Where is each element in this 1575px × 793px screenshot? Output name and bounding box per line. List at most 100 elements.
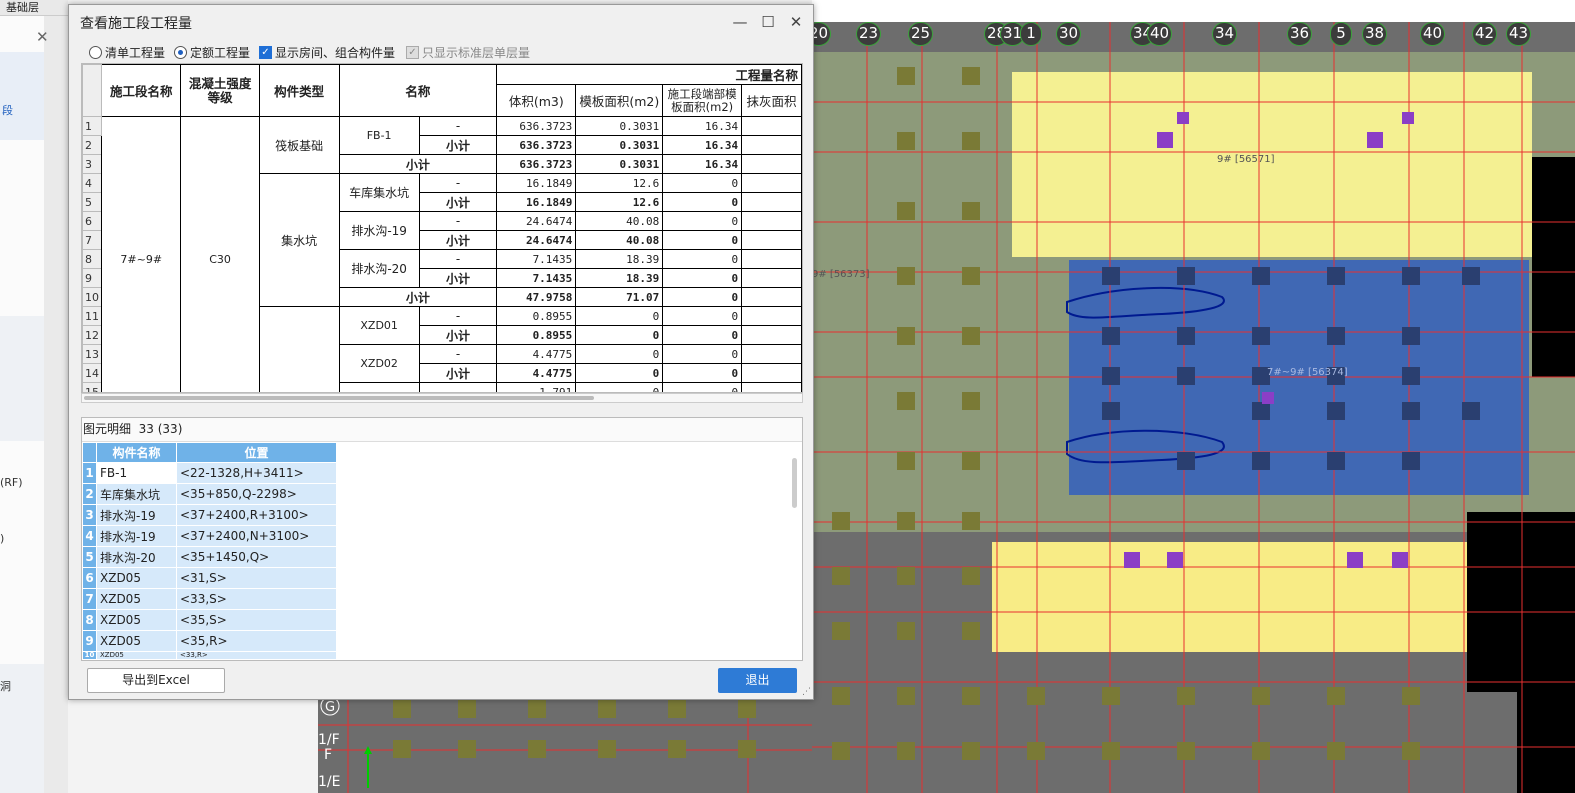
detail-name-cell[interactable]: XZD05 [96, 630, 177, 652]
row-number[interactable]: 13 [82, 344, 102, 364]
plaster-cell[interactable] [741, 249, 802, 269]
table-row[interactable]: 1 FB-1 <22-1328,H+3411> [82, 462, 337, 484]
row-number[interactable]: 10 [82, 287, 102, 307]
volume-cell[interactable]: 4.4775 [496, 363, 577, 383]
left-panel-item-label[interactable]: ) [0, 532, 4, 545]
col-header-quantity-group[interactable]: 工程量名称 [496, 64, 802, 85]
row-number[interactable]: 5 [82, 192, 102, 212]
formwork-cell[interactable]: 0.3031 [575, 116, 664, 136]
subtotal-cell[interactable]: 小计 [418, 363, 498, 383]
row-number[interactable]: 8 [82, 249, 102, 269]
detail-position-cell[interactable]: <33,R> [176, 651, 337, 660]
table-horizontal-scrollbar[interactable] [81, 393, 803, 403]
radio-bill-quantity[interactable]: 清单工程量 [89, 44, 165, 61]
plaster-cell[interactable] [741, 116, 802, 136]
formwork-cell[interactable]: 18.39 [575, 249, 664, 269]
table-row[interactable]: 5 排水沟-20 <35+1450,Q> [82, 546, 337, 568]
volume-cell[interactable]: 7.1435 [496, 268, 577, 288]
end-formwork-cell[interactable]: 0 [662, 382, 743, 392]
section-cell[interactable]: 7#~9# [100, 116, 182, 392]
detail-name-cell[interactable]: 排水沟-19 [96, 504, 177, 526]
layer-tab[interactable]: 基础层 [0, 0, 68, 16]
row-number[interactable]: 4 [82, 173, 102, 193]
volume-cell[interactable]: 24.6474 [496, 230, 577, 250]
table-row[interactable]: 8 XZD05 <35,S> [82, 609, 337, 631]
name-cell[interactable]: 排水沟-19 [338, 211, 420, 250]
volume-cell[interactable]: 636.3723 [496, 154, 577, 174]
detail-name-cell[interactable]: 排水沟-20 [96, 546, 177, 568]
checkbox-show-room[interactable]: ✓ 显示房间、组合构件量 [259, 44, 395, 61]
formwork-cell[interactable]: 18.39 [575, 268, 664, 288]
formwork-cell[interactable]: 0.3031 [575, 154, 664, 174]
table-row[interactable]: 6 XZD05 <31,S> [82, 567, 337, 589]
scrollbar-thumb[interactable] [84, 396, 594, 400]
type-cell[interactable]: 集水坑 [258, 173, 340, 307]
sub-cell[interactable]: - [418, 116, 498, 136]
volume-cell[interactable]: 16.1849 [496, 173, 577, 193]
table-row[interactable]: 3 排水沟-19 <37+2400,R+3100> [82, 504, 337, 526]
row-number[interactable]: 14 [82, 363, 102, 383]
volume-cell[interactable]: 636.3723 [496, 116, 577, 136]
row-number[interactable]: 1 [82, 116, 102, 136]
table-row[interactable]: 7 XZD05 <33,S> [82, 588, 337, 610]
detail-position-cell[interactable]: <35,R> [176, 630, 337, 652]
name-cell[interactable] [338, 382, 420, 392]
end-formwork-cell[interactable]: 0 [662, 192, 743, 212]
left-panel-selected-item[interactable]: 段 [0, 52, 44, 140]
end-formwork-cell[interactable]: 0 [662, 268, 743, 288]
subtotal-cell[interactable]: 小计 [418, 192, 498, 212]
formwork-cell[interactable]: 12.6 [575, 173, 664, 193]
row-number[interactable]: 9 [82, 268, 102, 288]
formwork-cell[interactable]: 0 [575, 344, 664, 364]
subtotal-cell[interactable]: 小计 [418, 135, 498, 155]
end-formwork-cell[interactable]: 16.34 [662, 135, 743, 155]
subtotal-cell[interactable]: 小计 [338, 287, 498, 307]
volume-cell[interactable]: 0.8955 [496, 325, 577, 345]
sub-cell[interactable]: - [418, 249, 498, 269]
detail-position-cell[interactable]: <33,S> [176, 588, 337, 610]
row-number[interactable]: 15 [82, 382, 102, 392]
detail-name-cell[interactable]: FB-1 [96, 462, 177, 484]
formwork-cell[interactable]: 12.6 [575, 192, 664, 212]
row-number[interactable]: 11 [82, 306, 102, 326]
row-number[interactable]: 7 [82, 230, 102, 250]
detail-position-cell[interactable]: <35+850,Q-2298> [176, 483, 337, 505]
detail-name-cell[interactable]: 车库集水坑 [96, 483, 177, 505]
volume-cell[interactable]: 636.3723 [496, 135, 577, 155]
table-row[interactable]: 9 XZD05 <35,R> [82, 630, 337, 652]
detail-position-cell[interactable]: <31,S> [176, 567, 337, 589]
resize-grip-icon[interactable]: ⋰ [802, 687, 811, 697]
detail-position-cell[interactable]: <37+2400,R+3100> [176, 504, 337, 526]
name-cell[interactable]: 车库集水坑 [338, 173, 420, 212]
name-cell[interactable]: XZD01 [338, 306, 420, 345]
row-number[interactable]: 3 [82, 154, 102, 174]
detail-position-cell[interactable]: <35,S> [176, 609, 337, 631]
plaster-cell[interactable] [741, 211, 802, 231]
col-header-grade[interactable]: 混凝土强度等级 [180, 64, 260, 117]
type-cell[interactable] [258, 306, 340, 392]
volume-cell[interactable]: 0.8955 [496, 306, 577, 326]
plaster-cell[interactable] [741, 287, 802, 307]
end-formwork-cell[interactable]: 0 [662, 363, 743, 383]
name-cell[interactable]: 排水沟-20 [338, 249, 420, 288]
end-formwork-cell[interactable]: 0 [662, 230, 743, 250]
end-formwork-cell[interactable]: 0 [662, 325, 743, 345]
subtotal-cell[interactable]: 小计 [338, 154, 498, 174]
type-cell[interactable]: 筏板基础 [258, 116, 340, 174]
end-formwork-cell[interactable]: 0 [662, 249, 743, 269]
detail-vertical-scrollbar[interactable] [792, 458, 797, 508]
row-number[interactable]: 6 [82, 211, 102, 231]
plaster-cell[interactable] [741, 363, 802, 383]
plaster-cell[interactable] [741, 135, 802, 155]
col-header-name[interactable]: 名称 [338, 64, 498, 117]
formwork-cell[interactable]: 0 [575, 363, 664, 383]
detail-name-cell[interactable]: XZD05 [96, 651, 177, 660]
row-number[interactable]: 12 [82, 325, 102, 345]
quantity-table-container[interactable]: 施工段名称 混凝土强度等级 构件类型 名称 工程量名称 体积(m3) 模板面积(… [81, 63, 803, 393]
sub-cell[interactable]: - [418, 382, 498, 392]
cad-canvas[interactable]: 9# [56571] 7#~9# [56374] 9# [56373] [812, 22, 1575, 793]
detail-position-cell[interactable]: <35+1450,Q> [176, 546, 337, 568]
col-header-section[interactable]: 施工段名称 [100, 64, 182, 117]
end-formwork-cell[interactable]: 0 [662, 211, 743, 231]
name-cell[interactable]: FB-1 [338, 116, 420, 155]
